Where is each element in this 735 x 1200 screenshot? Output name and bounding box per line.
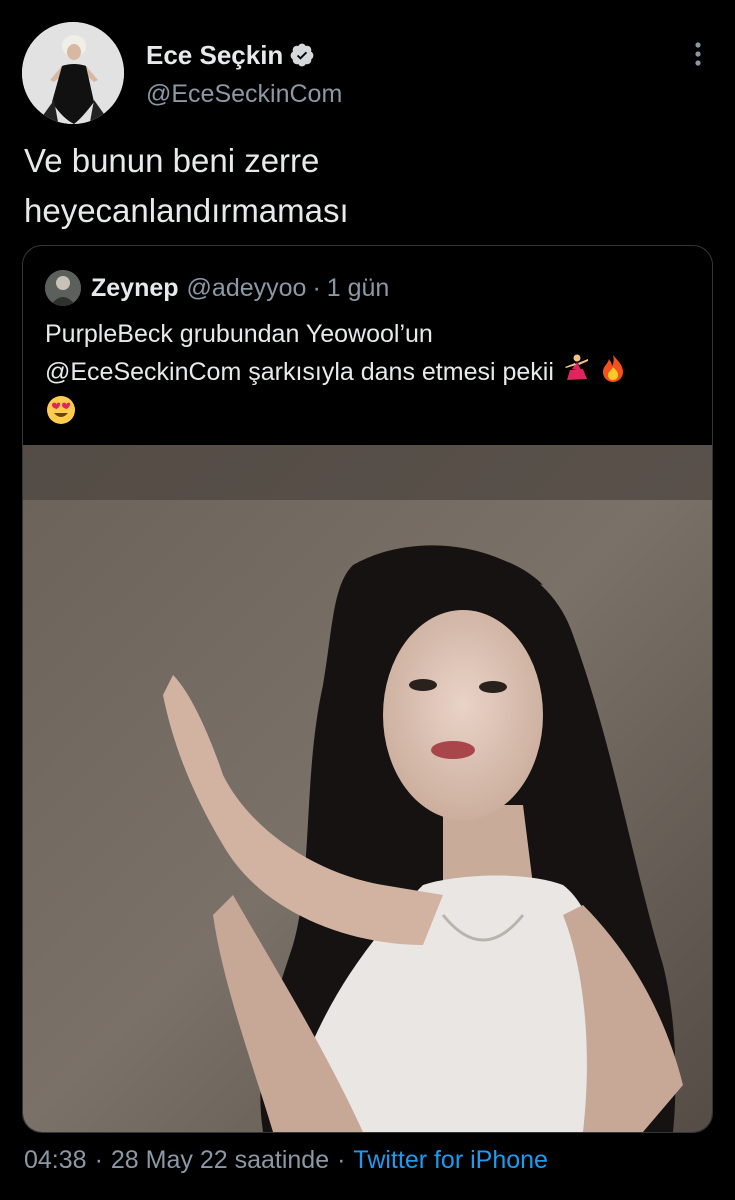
quoted-text-line: PurpleBeck grubundan Yeowool’un [45,320,433,348]
author-display-name[interactable]: Ece Seçkin [146,40,283,71]
more-vertical-icon [695,42,701,66]
tweet-detail: Ece Seçkin @EceSeckinCom Ve bunun beni z… [0,0,735,1200]
verified-badge-icon [289,42,315,68]
quoted-text-content: @EceSeckinCom şarkısıyla dans etmesi pek… [45,358,554,387]
quoted-tweet-time[interactable]: 1 gün [327,274,390,303]
separator-dot: · [312,273,321,302]
separator-dot: · [94,1146,103,1174]
quoted-author-handle[interactable]: @adeyyoo [187,274,307,303]
author-avatar[interactable] [22,22,124,124]
tweet-metadata: 04:38 · 28 May 22 saatinde · Twitter for… [24,1146,548,1175]
tweet-text-line: Ve bunun beni zerre [24,142,320,179]
quoted-tweet-header: Zeynep @adeyyoo · 1 gün [45,268,389,308]
author-handle[interactable]: @EceSeckinCom [146,80,342,109]
quoted-text-line [45,394,695,437]
fire-emoji-icon [598,353,628,394]
quoted-author-avatar[interactable] [45,270,81,306]
quoted-tweet-text: PurpleBeck grubundan Yeowool’un @EceSeck… [45,316,695,437]
quoted-tweet-card[interactable]: Zeynep @adeyyoo · 1 gün PurpleBeck grubu… [22,245,713,1133]
separator-dot: · [337,1146,346,1174]
video-thumbnail-icon [23,445,712,1132]
tweet-text: Ve bunun beni zerre heyecanlandırmaması [24,136,704,236]
dancer-emoji-icon [561,353,591,394]
quoted-text-line: @EceSeckinCom şarkısıyla dans etmesi pek… [45,353,695,394]
tweet-time[interactable]: 04:38 [24,1146,87,1175]
heart-eyes-emoji-icon [45,394,77,437]
tweet-text-line: heyecanlandırmaması [24,192,349,229]
more-options-button[interactable] [684,40,712,68]
profile-photo-icon [45,270,81,306]
author-info: Ece Seçkin @EceSeckinCom [146,38,342,109]
profile-photo-icon [22,22,124,124]
quoted-tweet-video[interactable] [23,445,712,1132]
quoted-author-name[interactable]: Zeynep [91,274,179,303]
tweet-date[interactable]: 28 May 22 saatinde [111,1146,329,1175]
tweet-source-link[interactable]: Twitter for iPhone [353,1146,548,1175]
